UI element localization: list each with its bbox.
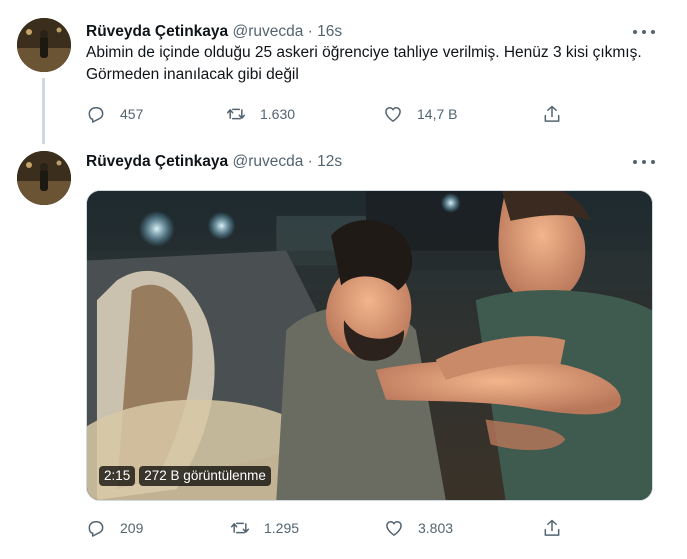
reply-icon <box>88 521 104 537</box>
separator-dot: · <box>307 153 313 170</box>
tweet-time[interactable]: 12s <box>317 153 342 170</box>
video-player[interactable]: 2:15 272 B görüntülenme <box>86 190 653 501</box>
share-button[interactable] <box>542 516 562 540</box>
tweet-actions: 209 1.295 3.803 <box>86 516 576 540</box>
reply-count: 209 <box>120 520 144 536</box>
retweet-count: 1.630 <box>260 106 296 122</box>
share-icon <box>544 519 560 536</box>
separator-dot: · <box>307 23 313 40</box>
author-name[interactable]: Rüveyda Çetinkaya <box>86 153 228 170</box>
more-dot <box>642 30 646 34</box>
tweet-time[interactable]: 16s <box>317 23 342 40</box>
retweet-count: 1.295 <box>264 520 300 536</box>
more-dot <box>633 160 637 164</box>
retweet-button[interactable]: 1.295 <box>230 516 299 540</box>
author-handle[interactable]: @ruvecda <box>232 153 303 170</box>
author-name[interactable]: Rüveyda Çetinkaya <box>86 23 228 40</box>
tweet-text: Abimin de içinde olduğu 25 askeri öğrenc… <box>86 44 642 83</box>
more-dot <box>642 160 646 164</box>
video-thumbnail <box>87 191 652 500</box>
reply-button[interactable]: 209 <box>86 516 143 540</box>
more-dot <box>633 30 637 34</box>
like-button[interactable]: 3.803 <box>384 516 453 540</box>
reply-icon <box>88 107 104 123</box>
heart-icon <box>385 107 401 122</box>
more-icon[interactable] <box>633 22 655 42</box>
like-button[interactable]: 14,7 B <box>383 102 457 126</box>
share-button[interactable] <box>542 102 562 126</box>
author-handle[interactable]: @ruvecda <box>232 23 303 40</box>
video-badges: 2:15 272 B görüntülenme <box>99 466 271 486</box>
tweet-actions: 457 1.630 14,7 B <box>86 102 576 126</box>
avatar[interactable] <box>17 151 71 205</box>
reply-button[interactable]: 457 <box>86 102 143 126</box>
tweet-header: Rüveyda Çetinkaya @ruvecda · 16s <box>86 22 342 42</box>
reply-count: 457 <box>120 106 144 122</box>
more-dot <box>651 30 655 34</box>
more-dot <box>651 160 655 164</box>
avatar[interactable] <box>17 18 71 72</box>
retweet-button[interactable]: 1.630 <box>226 102 295 126</box>
video-duration: 2:15 <box>99 466 136 486</box>
thread-line <box>42 78 45 144</box>
more-icon[interactable] <box>633 152 655 172</box>
video-views: 272 B görüntülenme <box>139 466 271 486</box>
retweet-icon <box>226 108 246 120</box>
like-count: 14,7 B <box>417 106 458 122</box>
retweet-icon <box>230 522 250 534</box>
like-count: 3.803 <box>418 520 454 536</box>
tweet-header: Rüveyda Çetinkaya @ruvecda · 12s <box>86 152 342 172</box>
share-icon <box>544 105 560 122</box>
heart-icon <box>386 521 402 536</box>
